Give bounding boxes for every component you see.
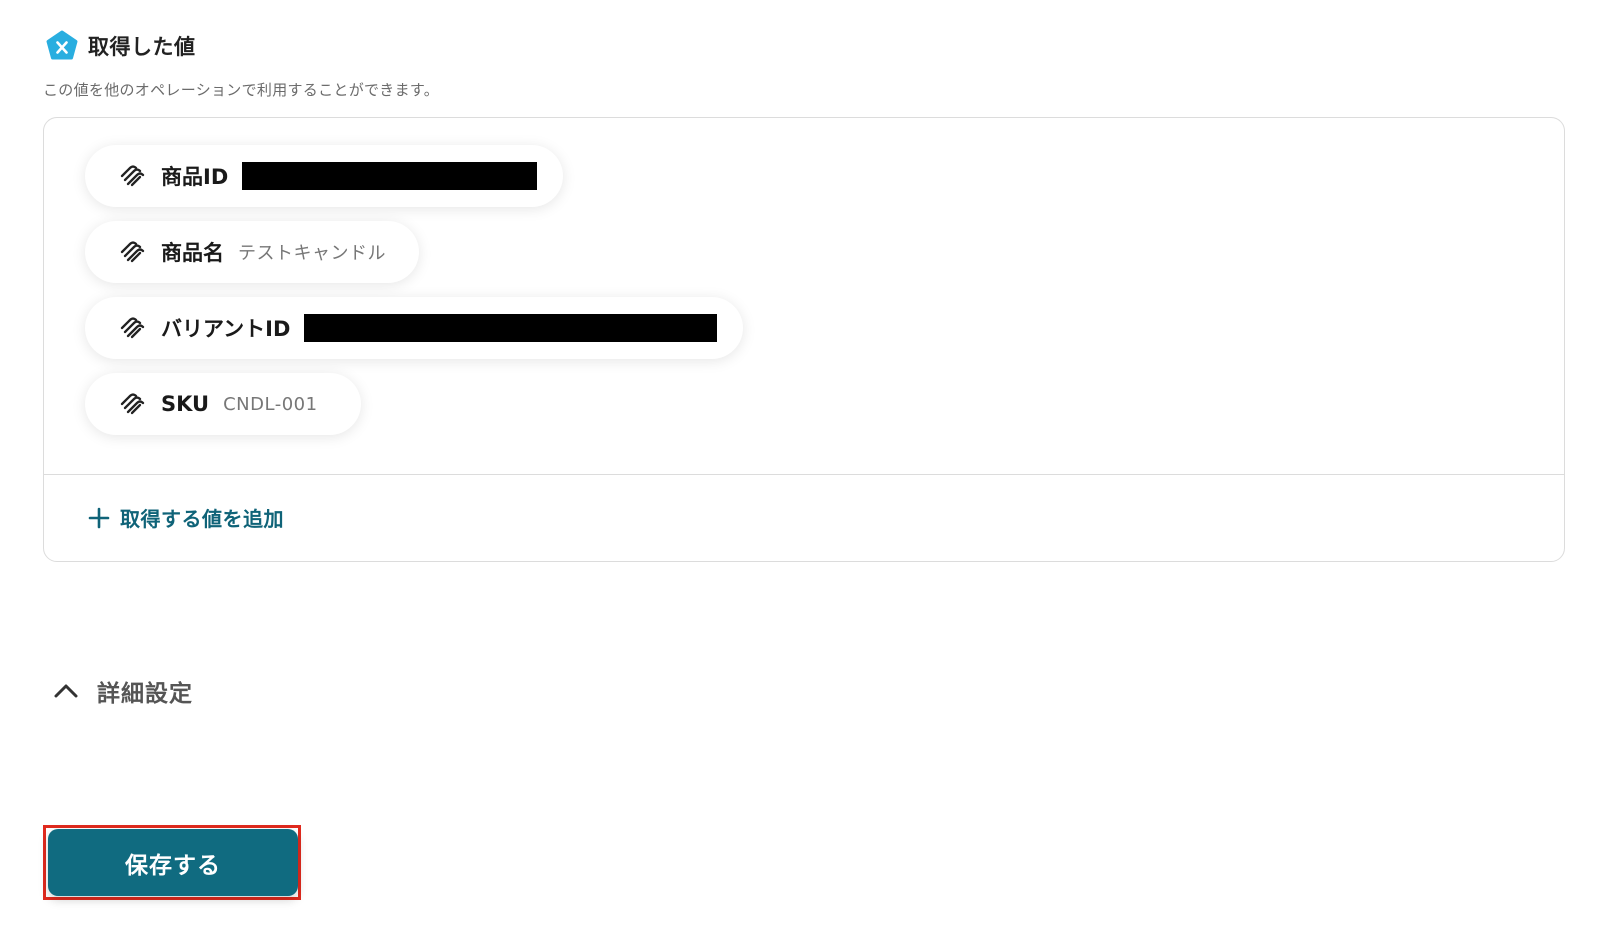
value-chip-variant-id[interactable]: バリアントID xyxy=(85,297,743,359)
redacted-value xyxy=(304,314,717,342)
plus-icon xyxy=(88,507,110,528)
panel-divider xyxy=(44,474,1564,475)
advanced-settings-toggle[interactable]: 詳細設定 xyxy=(53,674,193,708)
save-button[interactable]: 保存する xyxy=(48,829,298,896)
section-title: 取得した値 xyxy=(88,35,196,59)
redacted-value xyxy=(242,162,537,190)
value-chip-value: テストキャンドル xyxy=(238,243,386,264)
page: 取得した値 この値を他のオペレーションで利用することができます。 商品ID 商品… xyxy=(0,0,1600,925)
add-value-button[interactable]: 取得する値を追加 xyxy=(88,503,284,532)
squarespace-logo-icon xyxy=(120,165,145,187)
variable-x-pentagon-icon xyxy=(46,30,78,60)
value-chip-label: 商品名 xyxy=(161,241,224,265)
advanced-settings-label: 詳細設定 xyxy=(97,681,193,707)
values-panel: 商品ID 商品名 テストキャンドル バリアントID SKU CNDL-001 取… xyxy=(43,117,1565,562)
value-chip-value: CNDL-001 xyxy=(223,393,318,415)
value-chip-label: 商品ID xyxy=(161,165,229,189)
section-description: この値を他のオペレーションで利用することができます。 xyxy=(43,81,440,99)
squarespace-logo-icon xyxy=(120,317,145,339)
add-value-label: 取得する値を追加 xyxy=(120,507,284,531)
value-chip-product-id[interactable]: 商品ID xyxy=(85,145,563,207)
squarespace-logo-icon xyxy=(120,393,145,415)
value-chip-label: バリアントID xyxy=(161,317,291,341)
value-chip-product-name[interactable]: 商品名 テストキャンドル xyxy=(85,221,419,283)
chevron-up-icon xyxy=(54,684,78,698)
section-header: 取得した値 xyxy=(46,30,196,62)
value-chip-sku[interactable]: SKU CNDL-001 xyxy=(85,373,361,435)
squarespace-logo-icon xyxy=(120,241,145,263)
value-chip-label: SKU xyxy=(161,392,210,416)
